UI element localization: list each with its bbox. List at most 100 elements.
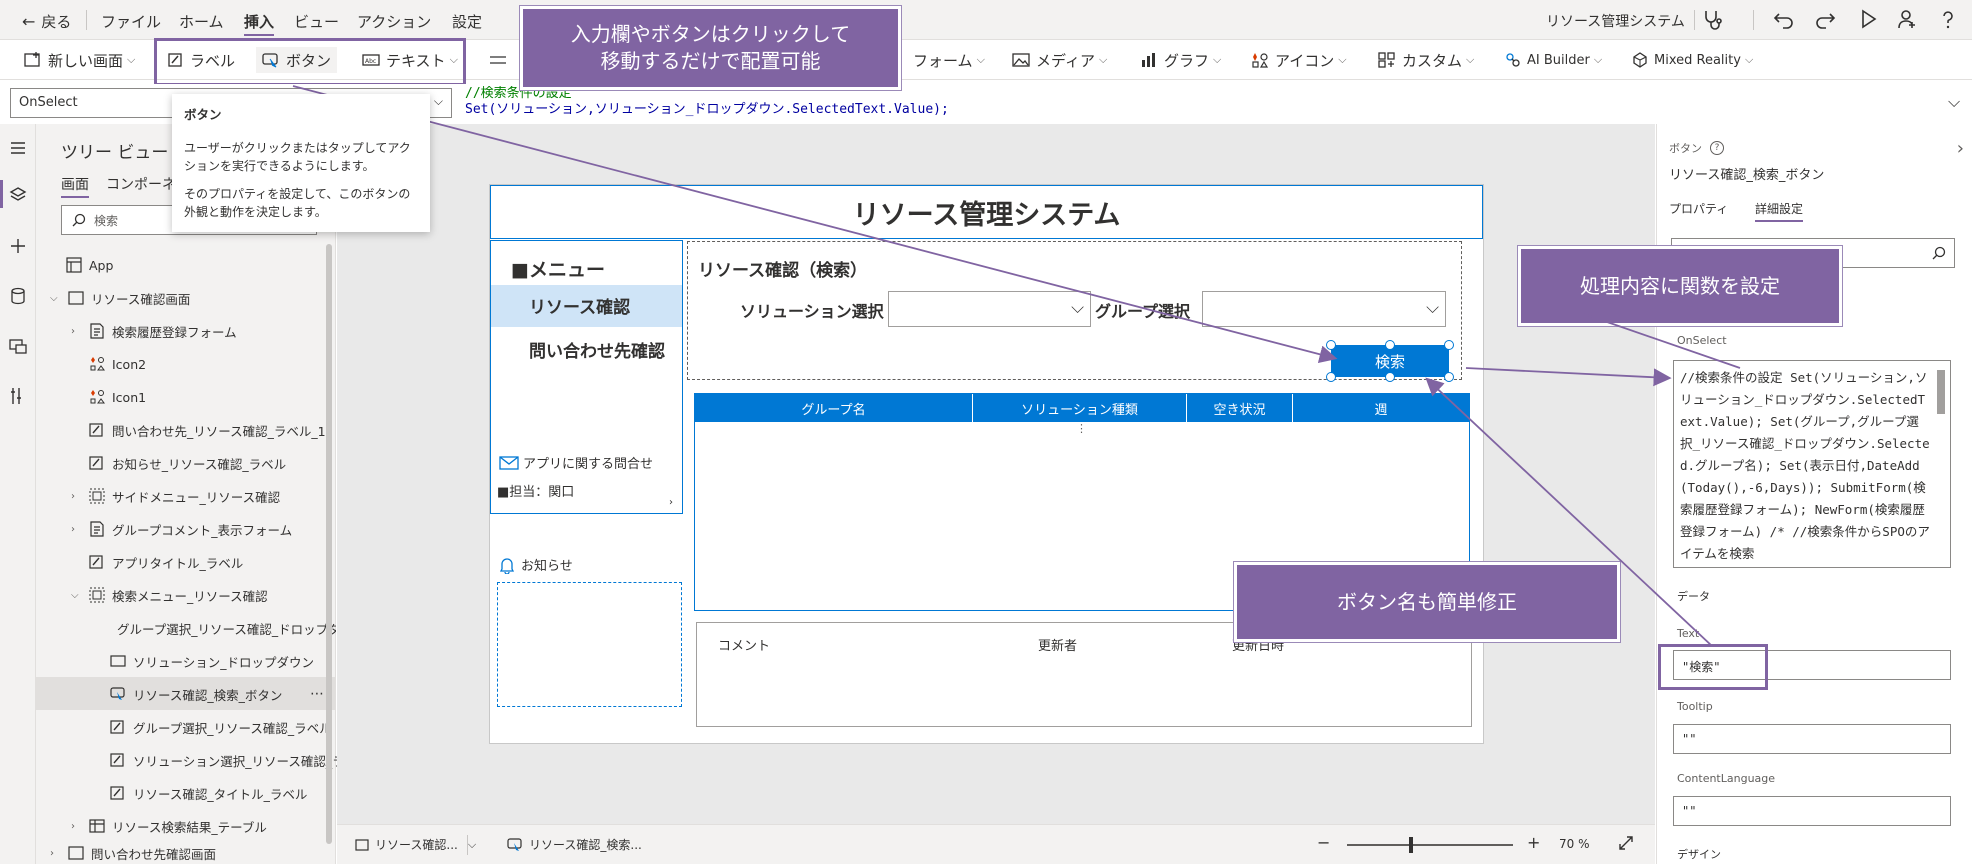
share-user-icon[interactable] xyxy=(1896,8,1918,30)
tree-node-icon2[interactable]: Icon2 xyxy=(89,349,146,379)
design-section-label: デザイン xyxy=(1677,848,1721,861)
table-header-solution: ソリューション種類 xyxy=(973,394,1187,422)
tree-node-notice-label[interactable]: お知らせ_リソース確認_ラベル xyxy=(89,448,286,478)
tree-node-icon1[interactable]: Icon1 xyxy=(89,382,146,412)
formula-input[interactable]: //検索条件の設定 Set(ソリューション,ソリューション_ドロップダウン.Se… xyxy=(465,86,1935,120)
new-screen-button[interactable]: 新しい画面 ⌵ xyxy=(24,49,135,71)
label-icon xyxy=(110,786,124,800)
menu-insert[interactable]: 挿入 xyxy=(244,11,275,36)
insert-custom-button[interactable]: カスタム ⌵ xyxy=(1378,49,1474,71)
tree-scrollbar[interactable] xyxy=(326,244,332,844)
menu-bar: ← 戻る ファイル ホーム 挿入 ビュー アクション 設定 リソース管理システム xyxy=(0,0,1972,40)
tree-node-side-menu[interactable]: › サイドメニュー_リソース確認 xyxy=(71,481,280,511)
menu-action[interactable]: アクション xyxy=(357,11,431,32)
insert-ai-builder-button[interactable]: AI Builder ⌵ xyxy=(1505,49,1602,71)
table-header-group: グループ名 xyxy=(695,394,973,422)
control-breadcrumb[interactable]: リソース確認_検索... xyxy=(507,836,642,853)
help-icon[interactable] xyxy=(1937,8,1959,30)
comment-header: コメント xyxy=(718,639,771,654)
chevron-down-icon: ⌵ xyxy=(1744,53,1754,66)
onselect-editor[interactable]: //検索条件の設定 Set(ソリューション,ソリューション_ドロップダウン.Se… xyxy=(1673,360,1951,568)
new-screen-icon xyxy=(24,52,40,67)
insert-button-tooltip: ボタン ユーザーがクリックまたはタップしてアクションを実行できるようにします。 … xyxy=(172,94,430,232)
menu-item-resource[interactable]: リソース確認 xyxy=(529,293,630,318)
tree-view-icon[interactable] xyxy=(8,185,28,205)
menu-settings[interactable]: 設定 xyxy=(452,11,482,32)
app-icon xyxy=(66,257,82,273)
chevron-down-icon: ⌵ xyxy=(467,837,477,851)
app-checker-icon[interactable] xyxy=(1700,8,1724,32)
group-icon xyxy=(89,488,105,504)
add-icon[interactable] xyxy=(8,236,28,256)
help-circle-icon[interactable]: ? xyxy=(1710,141,1724,155)
tree-node-result-table[interactable]: › リソース検索結果_テーブル xyxy=(71,811,267,841)
screen-icon xyxy=(68,291,84,305)
menu-home[interactable]: ホーム xyxy=(179,11,224,32)
properties-panel: ボタン ? › リソース確認_検索_ボタン プロパティ 詳細設定 OnSelec… xyxy=(1656,124,1972,864)
collapse-panel-icon[interactable]: › xyxy=(1957,138,1964,159)
tab-properties[interactable]: プロパティ xyxy=(1669,200,1728,217)
screen-icon xyxy=(68,846,84,860)
notice-label: お知らせ xyxy=(499,555,573,574)
tree-node-screen[interactable]: ⌵ リソース確認画面 xyxy=(50,283,190,313)
data-icon[interactable] xyxy=(8,286,28,306)
tree-node-search-menu[interactable]: ⌵ 検索メニュー_リソース確認 xyxy=(71,580,268,610)
chevron-down-icon: ⌵ xyxy=(976,53,985,66)
text-input-highlight-box xyxy=(1658,644,1768,690)
tree-node-app-title-label[interactable]: アプリタイトル_ラベル xyxy=(89,547,243,577)
insert-media-button[interactable]: メディア ⌵ xyxy=(1012,49,1107,71)
zoom-out-button[interactable]: − xyxy=(1317,833,1330,852)
table-header-row: グループ名 ソリューション種類 空き状況 週 xyxy=(695,394,1469,422)
insert-icon-button[interactable]: アイコン ⌵ xyxy=(1251,49,1347,71)
more-options-icon[interactable]: ⋯ xyxy=(310,686,324,702)
screen-breadcrumb[interactable]: リソース確認... ⌵ xyxy=(355,836,476,853)
search-icon xyxy=(72,213,86,227)
tab-screens[interactable]: 画面 xyxy=(61,174,89,198)
tree-node-contact-screen[interactable]: › 問い合わせ先確認画面 xyxy=(50,842,216,864)
tree-view-title: ツリー ビュー xyxy=(61,143,169,163)
solution-dropdown[interactable]: ⌵ xyxy=(888,291,1091,327)
zoom-level: 70 % xyxy=(1559,837,1590,851)
media-panel-icon[interactable] xyxy=(8,336,28,356)
menu-item-contact[interactable]: 問い合わせ先確認 xyxy=(529,337,665,362)
hamburger-icon[interactable] xyxy=(8,138,28,158)
menu-view[interactable]: ビュー xyxy=(294,11,339,32)
content-language-input[interactable]: "" xyxy=(1673,796,1951,826)
tree-node-title-label[interactable]: リソース確認_タイトル_ラベル xyxy=(110,778,307,808)
icons-icon xyxy=(1252,53,1269,68)
redo-icon[interactable] xyxy=(1814,8,1836,30)
menu-file[interactable]: ファイル xyxy=(101,11,161,32)
chevron-down-icon: ⌵ xyxy=(1071,298,1084,318)
tab-components[interactable]: コンポーネント xyxy=(106,174,174,194)
tools-icon[interactable] xyxy=(8,386,28,406)
expand-formula-icon[interactable]: ⌵ xyxy=(1948,92,1960,112)
zoom-in-button[interactable]: + xyxy=(1527,833,1540,852)
tab-advanced[interactable]: 詳細設定 xyxy=(1755,200,1804,222)
chevron-down-icon: ⌵ xyxy=(50,292,58,304)
insert-form-button[interactable]: フォーム ⌵ xyxy=(913,49,985,71)
chevron-down-icon: ⌵ xyxy=(127,53,136,66)
fit-screen-icon[interactable] xyxy=(1617,834,1635,852)
tree-node-group-label[interactable]: グループ選択_リソース確認_ラベル xyxy=(110,712,332,742)
onselect-scrollbar[interactable] xyxy=(1937,370,1945,414)
tree-node-group-dropdown[interactable]: グループ選択_リソース確認_ドロップダウン xyxy=(110,613,336,643)
insert-mixed-reality-button[interactable]: Mixed Reality ⌵ xyxy=(1632,49,1753,71)
insert-input-button[interactable] xyxy=(489,49,513,71)
tree-node-search-button[interactable]: リソース確認_検索_ボタン xyxy=(110,679,282,709)
label-icon xyxy=(89,555,103,569)
group-dropdown[interactable]: ⌵ xyxy=(1202,291,1446,327)
tree-node-comment-form[interactable]: › グループコメント_表示フォーム xyxy=(71,514,292,544)
insert-chart-button[interactable]: グラフ ⌵ xyxy=(1140,49,1221,71)
contact-link[interactable]: アプリに関する問合せ xyxy=(499,453,653,472)
control-name[interactable]: リソース確認_検索_ボタン xyxy=(1669,164,1824,183)
play-icon[interactable] xyxy=(1857,8,1879,30)
tooltip-prop-input[interactable]: "" xyxy=(1673,724,1951,754)
tree-node-app[interactable]: App xyxy=(66,250,113,280)
tree-node-solution-dropdown[interactable]: ソリューション_ドロップダウン xyxy=(110,646,314,676)
tree-node-form[interactable]: › 検索履歴登録フォーム xyxy=(71,316,237,346)
undo-icon[interactable] xyxy=(1773,8,1795,30)
zoom-slider[interactable] xyxy=(1347,844,1513,846)
back-button[interactable]: ← 戻る xyxy=(22,11,71,32)
tree-node-contact-label[interactable]: 問い合わせ先_リソース確認_ラベル_1 xyxy=(89,415,326,445)
zoom-slider-thumb[interactable] xyxy=(1409,837,1413,853)
